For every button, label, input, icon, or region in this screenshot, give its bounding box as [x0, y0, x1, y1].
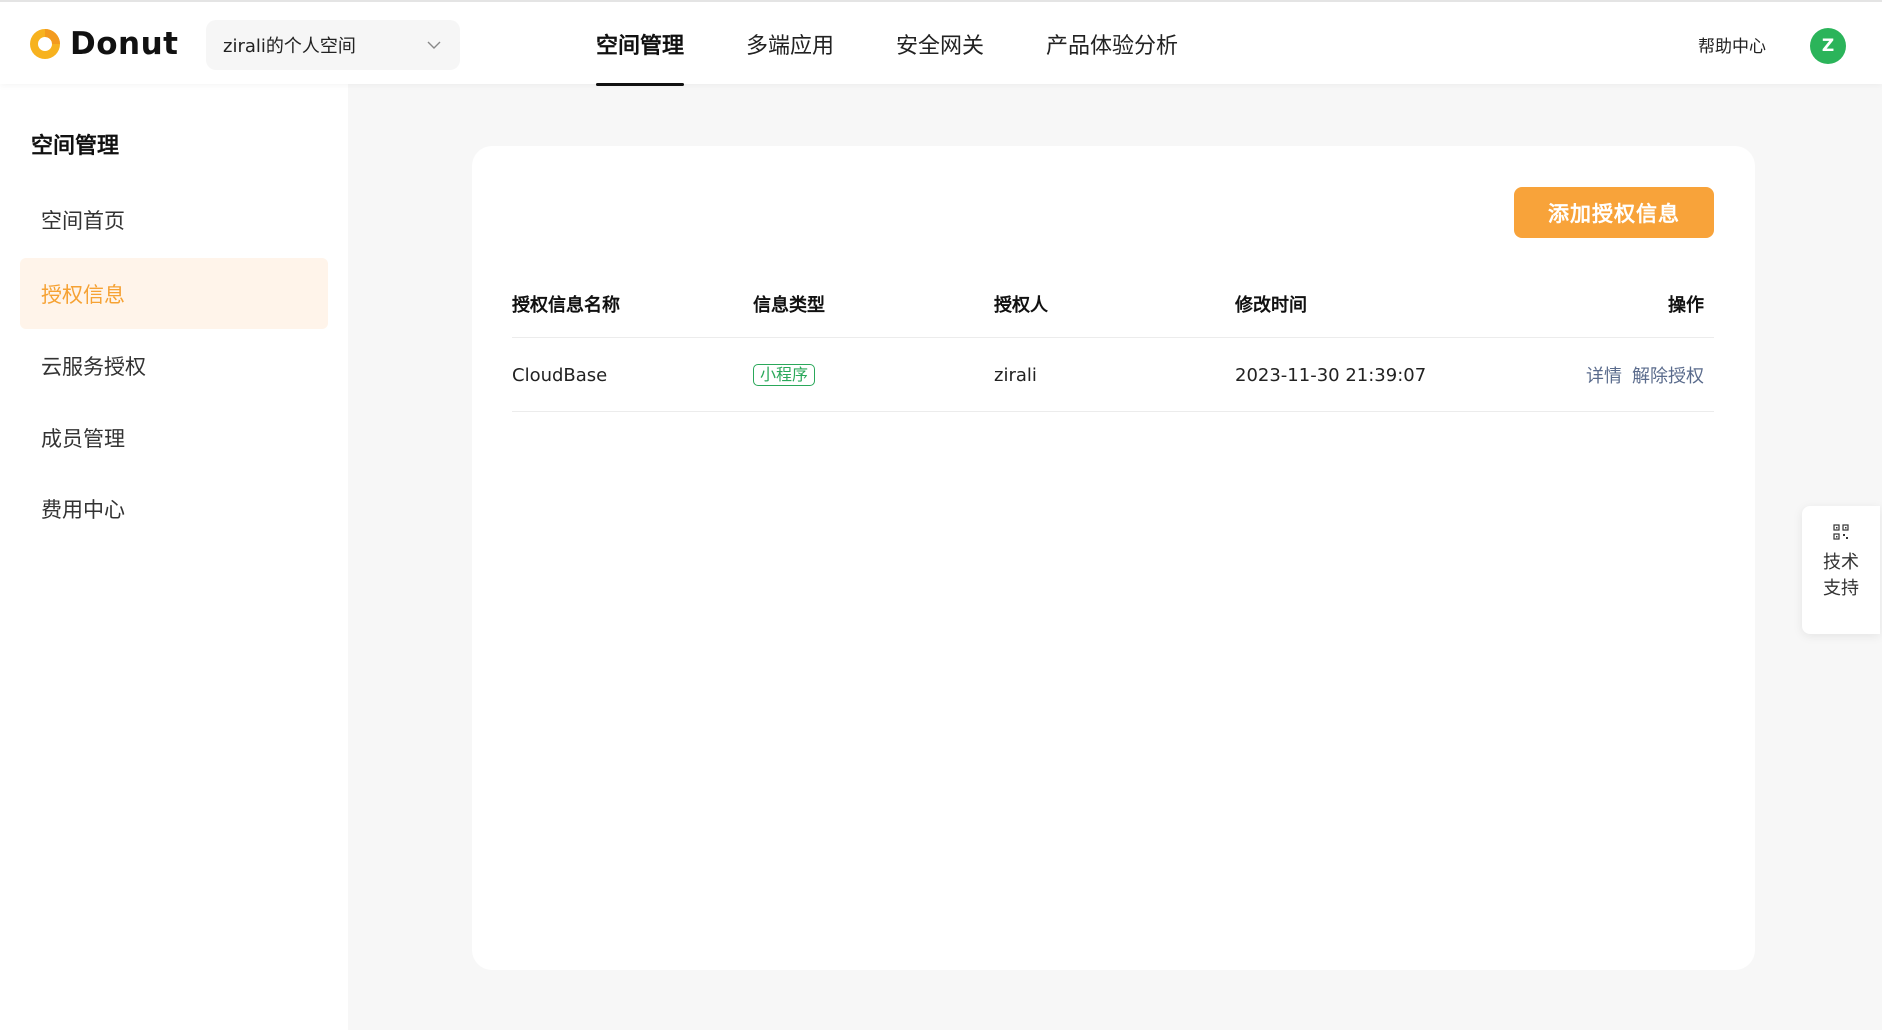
sidebar-item-cloud-service-auth[interactable]: 云服务授权: [20, 330, 328, 401]
sidebar-item-member-management[interactable]: 成员管理: [20, 402, 328, 473]
help-center-link[interactable]: 帮助中心: [1698, 32, 1766, 57]
brand[interactable]: Donut: [28, 26, 179, 62]
sidebar-item-space-home[interactable]: 空间首页: [20, 184, 328, 255]
cell-name: CloudBase: [512, 364, 608, 386]
top-bar: Donut zirali的个人空间 空间管理 多端应用 安全网关 产品体验分析 …: [0, 0, 1882, 86]
sidebar-item-authorization-info[interactable]: 授权信息: [20, 258, 328, 329]
column-header-modified-time: 修改时间: [1235, 295, 1307, 316]
cell-type: 小程序: [753, 338, 816, 412]
cell-modified-time: 2023-11-30 21:39:07: [1235, 364, 1427, 386]
chevron-down-icon: [427, 41, 441, 49]
space-selector-value: zirali的个人空间: [223, 36, 356, 57]
avatar[interactable]: Z: [1810, 28, 1846, 64]
tab-space-management[interactable]: 空间管理: [596, 2, 685, 86]
column-header-actions: 操作: [1668, 295, 1704, 316]
revoke-authorization-link[interactable]: 解除授权: [1632, 362, 1704, 388]
add-authorization-button[interactable]: 添加授权信息: [1514, 187, 1714, 238]
tech-support-widget[interactable]: 技术支持: [1802, 506, 1880, 634]
column-header-name: 授权信息名称: [512, 295, 620, 316]
tab-multi-platform-apps[interactable]: 多端应用: [746, 2, 834, 86]
table-header: 授权信息名称 信息类型 授权人 修改时间 操作: [512, 270, 1714, 338]
space-selector[interactable]: zirali的个人空间: [206, 20, 460, 70]
sidebar-title: 空间管理: [31, 134, 120, 159]
cell-authorizer: zirali: [994, 364, 1037, 386]
column-header-authorizer: 授权人: [994, 295, 1048, 316]
top-nav: 空间管理 多端应用 安全网关 产品体验分析: [596, 2, 1240, 86]
authorization-card: 添加授权信息 授权信息名称 信息类型 授权人 修改时间 操作 CloudBase…: [472, 146, 1755, 970]
cell-actions: 详情 解除授权: [1576, 338, 1704, 412]
details-link[interactable]: 详情: [1586, 362, 1622, 388]
authorization-table: 授权信息名称 信息类型 授权人 修改时间 操作 CloudBase 小程序 zi…: [512, 270, 1714, 412]
tab-product-analytics[interactable]: 产品体验分析: [1046, 2, 1178, 86]
column-header-type: 信息类型: [753, 295, 825, 316]
tab-security-gateway[interactable]: 安全网关: [896, 2, 984, 86]
donut-logo-icon: [30, 29, 60, 59]
table-row: CloudBase 小程序 zirali 2023-11-30 21:39:07…: [512, 338, 1714, 412]
brand-name: Donut: [70, 26, 179, 62]
sidebar-item-billing-center[interactable]: 费用中心: [20, 473, 328, 544]
sidebar: 空间管理 空间首页 授权信息 云服务授权 成员管理 费用中心: [0, 84, 348, 1030]
qrcode-icon: [1833, 524, 1849, 540]
tech-support-label: 技术支持: [1823, 552, 1859, 599]
type-tag: 小程序: [753, 364, 816, 386]
